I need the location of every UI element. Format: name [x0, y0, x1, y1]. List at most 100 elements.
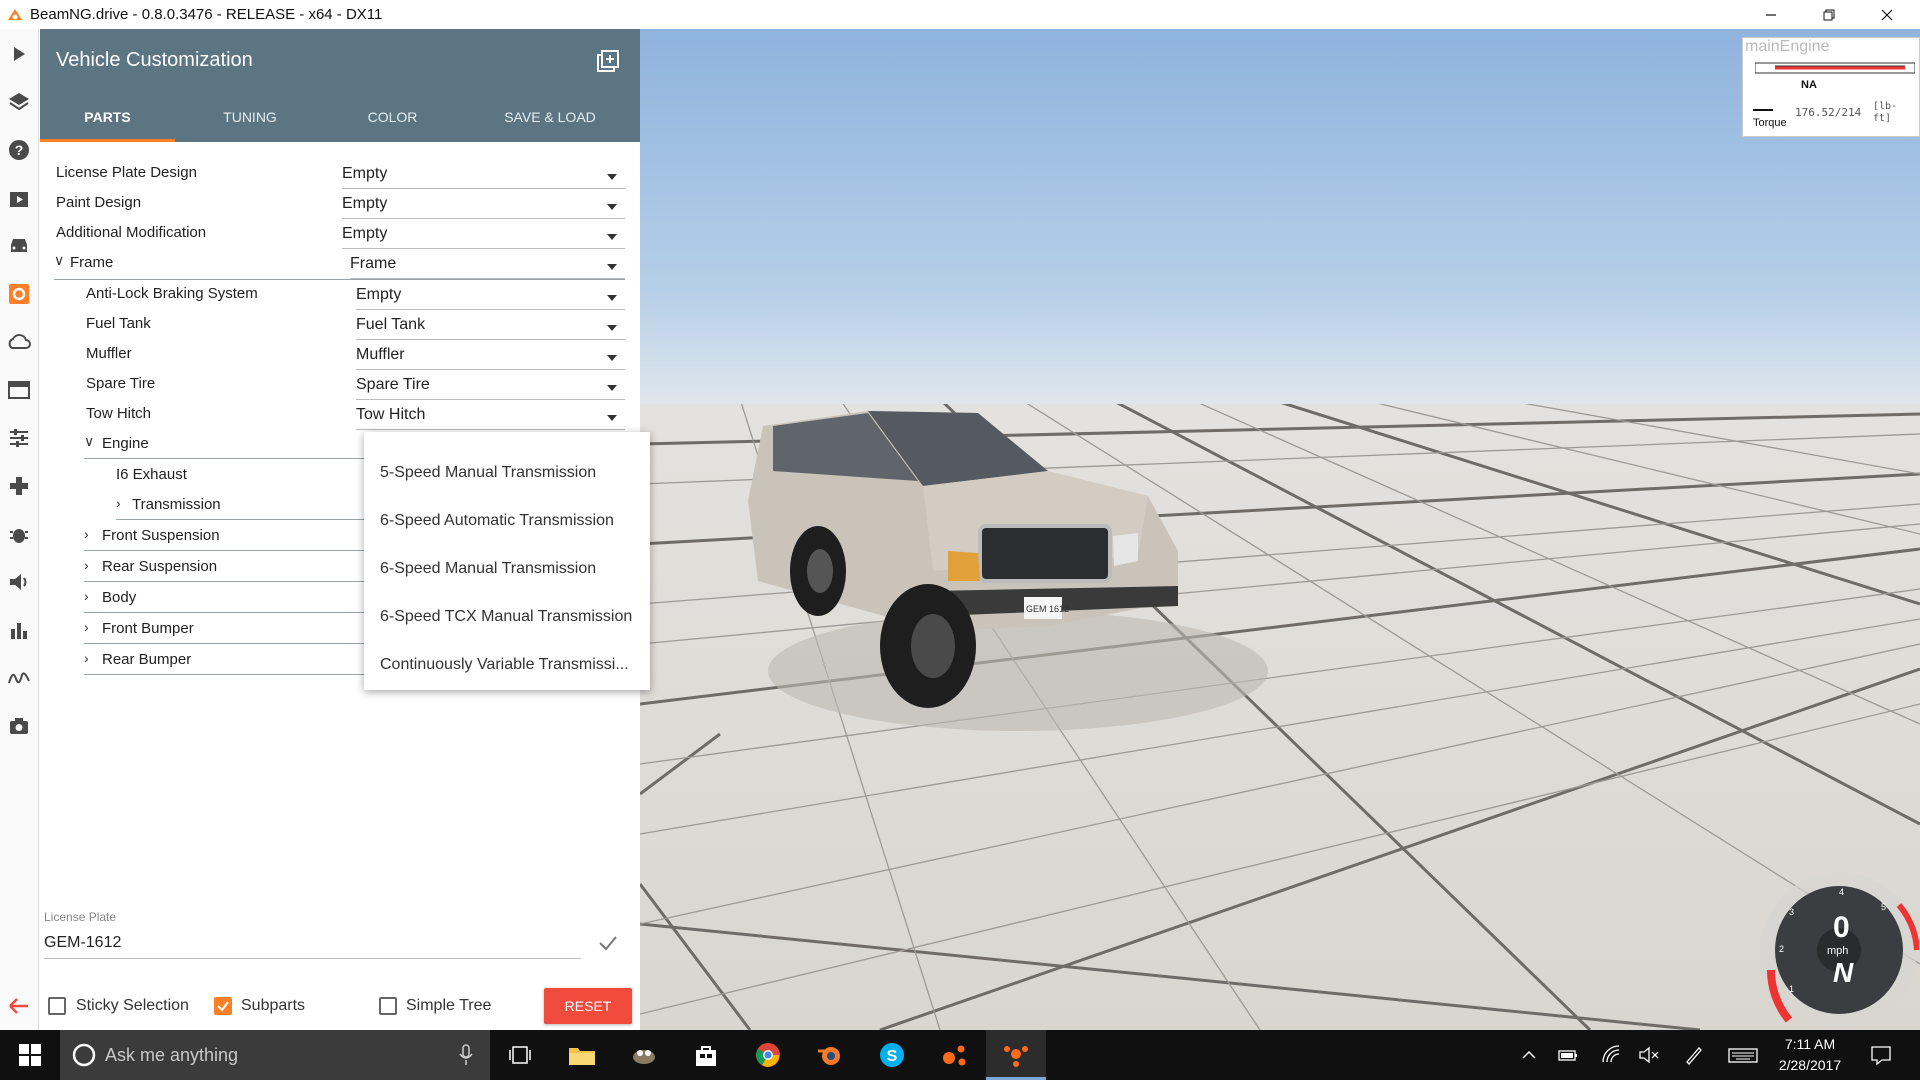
taskbar-store[interactable] [676, 1030, 736, 1080]
restore-button[interactable] [1800, 0, 1858, 29]
collapse-chevron-icon[interactable]: ∨ [54, 252, 64, 269]
simple-tree-checkbox[interactable] [379, 997, 397, 1015]
engine-widget-title[interactable]: mainEngine [1745, 38, 1830, 56]
taskbar-beamng[interactable] [986, 1030, 1046, 1080]
battery-icon[interactable] [1557, 1044, 1579, 1066]
debug-button[interactable] [4, 519, 34, 549]
tab-tuning[interactable]: TUNING [175, 109, 325, 125]
expand-chevron-icon[interactable]: › [84, 557, 89, 573]
signature-button[interactable] [4, 663, 34, 693]
part-select-license-plate-design[interactable]: Empty [342, 161, 625, 189]
keyboard-icon[interactable] [1728, 1044, 1758, 1066]
play-button[interactable] [4, 39, 34, 69]
expand-chevron-icon[interactable]: › [84, 650, 89, 666]
environment-button[interactable] [4, 375, 34, 405]
car-icon [11, 239, 27, 252]
reset-button[interactable]: RESET [544, 988, 632, 1024]
suv-vehicle[interactable]: GEM 1612 [718, 401, 1278, 771]
part-select-tow-hitch[interactable]: Tow Hitch [356, 402, 625, 430]
video-button[interactable] [4, 183, 34, 213]
wifi-icon[interactable] [1600, 1044, 1622, 1066]
menu-item-6-speed-automatic[interactable]: 6-Speed Automatic Transmission [380, 512, 614, 530]
show-hidden-icons-chevron-icon[interactable] [1518, 1044, 1540, 1066]
menu-item-5-speed-manual[interactable]: 5-Speed Manual Transmission [380, 464, 596, 482]
part-select-additional-modification[interactable]: Empty [342, 221, 625, 249]
engine-debug-widget: mainEngine NA 176.52/214 [lb-ft] Torque [1742, 37, 1920, 137]
close-button[interactable] [1858, 0, 1916, 29]
part-label-frame[interactable]: Frame [70, 254, 113, 271]
part-select-abs[interactable]: Empty [356, 282, 625, 310]
start-button[interactable] [0, 1030, 60, 1080]
dropdown-caret-icon [607, 385, 617, 391]
photo-mode-button[interactable] [4, 711, 34, 741]
tab-color[interactable]: COLOR [325, 109, 460, 125]
audio-button[interactable] [4, 567, 34, 597]
taskbar-app-orange[interactable] [924, 1030, 984, 1080]
part-select-muffler[interactable]: Muffler [356, 342, 625, 370]
subparts-checkbox[interactable] [214, 997, 232, 1015]
expand-chevron-icon[interactable]: › [84, 619, 89, 635]
part-label-body[interactable]: Body [102, 589, 136, 606]
title-bar: BeamNG.drive - 0.8.0.3476 - RELEASE - x6… [0, 0, 1920, 29]
windows-logo-icon [19, 1044, 41, 1066]
taskbar-skype[interactable]: S [862, 1030, 922, 1080]
expand-chevron-icon[interactable]: › [84, 588, 89, 604]
license-plate-input[interactable]: GEM-1612 [44, 931, 581, 959]
collapse-chevron-icon[interactable]: ∨ [84, 433, 94, 450]
sticky-selection-label[interactable]: Sticky Selection [76, 997, 189, 1015]
expand-chevron-icon[interactable]: › [116, 495, 121, 511]
part-label-tow-hitch: Tow Hitch [86, 405, 152, 422]
sticky-selection-checkbox[interactable] [48, 997, 66, 1015]
microphone-icon[interactable] [458, 1044, 474, 1066]
part-select-fuel-tank[interactable]: Fuel Tank [356, 312, 625, 340]
checkmark-icon [217, 1001, 229, 1012]
simple-tree-label[interactable]: Simple Tree [406, 997, 491, 1015]
svg-text:?: ? [15, 142, 24, 158]
part-label-transmission[interactable]: Transmission [132, 496, 221, 513]
part-label-rear-bumper[interactable]: Rear Bumper [102, 651, 191, 668]
back-arrow-icon [9, 998, 28, 1014]
layers-button[interactable] [4, 87, 34, 117]
game-viewport[interactable]: GEM 1612 [640, 29, 1920, 1030]
expand-chevron-icon[interactable]: › [84, 526, 89, 542]
back-button[interactable] [4, 991, 34, 1021]
task-view-button[interactable] [490, 1030, 550, 1080]
taskbar-clock[interactable]: 7:11 AM 2/28/2017 [1760, 1034, 1860, 1076]
help-button[interactable]: ? [4, 135, 34, 165]
taskbar-app-gimp[interactable] [614, 1030, 674, 1080]
store-bag-icon [696, 1046, 716, 1066]
performance-button[interactable] [4, 615, 34, 645]
tab-save-load[interactable]: SAVE & LOAD [460, 109, 640, 125]
add-config-icon[interactable] [596, 49, 620, 73]
subparts-label[interactable]: Subparts [241, 997, 305, 1015]
controls-button[interactable] [4, 471, 34, 501]
part-label-engine[interactable]: Engine [102, 435, 149, 452]
minimize-button[interactable] [1742, 0, 1800, 29]
taskbar-file-explorer[interactable] [552, 1030, 612, 1080]
part-value: Frame [350, 255, 397, 272]
menu-item-6-speed-tcx-manual[interactable]: 6-Speed TCX Manual Transmission [380, 608, 632, 626]
volume-icon [10, 574, 27, 590]
taskbar-blender[interactable] [800, 1030, 860, 1080]
taskbar-chrome[interactable] [738, 1030, 798, 1080]
part-label-front-suspension[interactable]: Front Suspension [102, 527, 220, 544]
vehicle-config-button[interactable] [4, 279, 34, 309]
pen-ink-icon[interactable] [1683, 1044, 1705, 1066]
action-center-icon[interactable] [1870, 1044, 1892, 1066]
part-label-rear-suspension[interactable]: Rear Suspension [102, 558, 217, 575]
menu-item-6-speed-manual[interactable]: 6-Speed Manual Transmission [380, 560, 596, 578]
part-label-front-bumper[interactable]: Front Bumper [102, 620, 194, 637]
part-select-spare-tire[interactable]: Spare Tire [356, 372, 625, 400]
options-button[interactable] [4, 423, 34, 453]
part-select-paint-design[interactable]: Empty [342, 191, 625, 219]
vehicles-button[interactable] [4, 231, 34, 261]
panel-title: Vehicle Customization [56, 49, 253, 71]
part-select-frame[interactable]: Frame [350, 251, 625, 279]
repository-button[interactable] [4, 327, 34, 357]
tab-parts[interactable]: PARTS [40, 109, 175, 125]
part-label-fuel-tank: Fuel Tank [86, 315, 151, 332]
cortana-search-box[interactable]: Ask me anything [60, 1030, 490, 1080]
apply-plate-checkmark-icon[interactable] [596, 931, 620, 955]
menu-item-cvt[interactable]: Continuously Variable Transmissi... [380, 656, 629, 674]
volume-muted-icon[interactable] [1638, 1044, 1660, 1066]
